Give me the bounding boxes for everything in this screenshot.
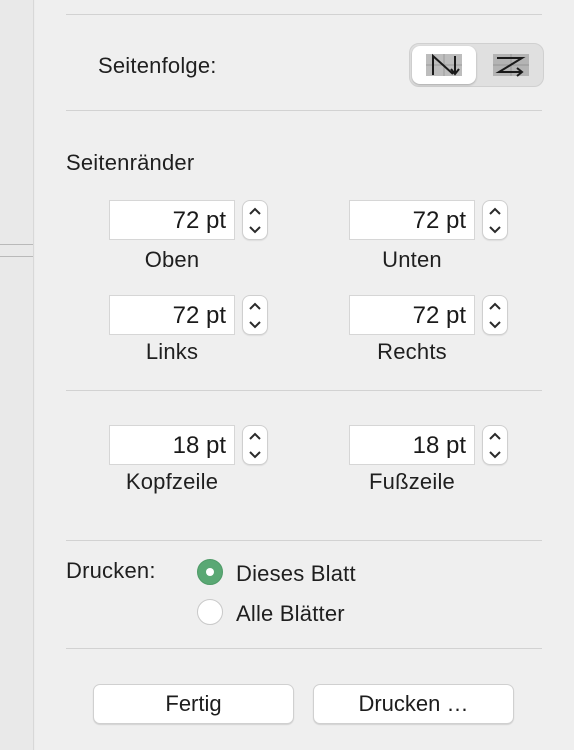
margin-right-stepper[interactable] — [482, 295, 508, 335]
margins-heading: Seitenränder — [66, 150, 195, 175]
footer-margin-stepper[interactable] — [482, 425, 508, 465]
done-button[interactable]: Fertig — [93, 684, 294, 724]
header-margin-field[interactable]: 18 pt — [109, 425, 235, 465]
margin-bottom-label: Unten — [382, 247, 442, 272]
chevron-up-icon[interactable] — [483, 201, 507, 220]
chevron-down-icon[interactable] — [483, 220, 507, 239]
footer-margin-label: Fußzeile — [369, 469, 455, 494]
print-button[interactable]: Drucken … — [313, 684, 514, 724]
margin-left-stepper[interactable] — [242, 295, 268, 335]
sheet-preview-edge — [0, 0, 34, 750]
down-then-over-icon — [426, 53, 462, 76]
margin-top-stepper[interactable] — [242, 200, 268, 240]
margin-right-label: Rechts — [377, 339, 447, 364]
radio-all-sheets[interactable] — [197, 599, 223, 625]
page-order-label: Seitenfolge: — [98, 53, 217, 78]
radio-this-sheet-label[interactable]: Dieses Blatt — [236, 561, 356, 587]
chevron-down-icon[interactable] — [243, 445, 267, 464]
header-margin-label: Kopfzeile — [125, 469, 219, 494]
divider — [66, 540, 542, 541]
over-then-down-icon — [493, 54, 529, 77]
divider — [66, 14, 542, 15]
page-setup-panel — [35, 0, 574, 750]
header-margin-stepper[interactable] — [242, 425, 268, 465]
page-order-option-down-then-over[interactable] — [412, 46, 476, 84]
preview-line — [0, 256, 33, 257]
margin-left-field[interactable]: 72 pt — [109, 295, 235, 335]
margin-top-field[interactable]: 72 pt — [109, 200, 235, 240]
chevron-down-icon[interactable] — [243, 315, 267, 334]
margin-bottom-field[interactable]: 72 pt — [349, 200, 475, 240]
preview-line — [0, 244, 33, 245]
footer-margin-field[interactable]: 18 pt — [349, 425, 475, 465]
margin-left-label: Links — [145, 339, 199, 364]
margin-right-field[interactable]: 72 pt — [349, 295, 475, 335]
print-scope-label: Drucken: — [66, 558, 156, 583]
margin-bottom-stepper[interactable] — [482, 200, 508, 240]
divider — [66, 390, 542, 391]
divider — [66, 110, 542, 111]
radio-this-sheet[interactable] — [197, 559, 223, 585]
chevron-down-icon[interactable] — [483, 445, 507, 464]
chevron-up-icon[interactable] — [243, 296, 267, 315]
chevron-down-icon[interactable] — [483, 315, 507, 334]
chevron-up-icon[interactable] — [483, 426, 507, 445]
chevron-up-icon[interactable] — [243, 201, 267, 220]
chevron-up-icon[interactable] — [243, 426, 267, 445]
chevron-down-icon[interactable] — [243, 220, 267, 239]
page-order-option-over-then-down[interactable] — [479, 46, 543, 84]
divider — [66, 648, 542, 649]
margin-top-label: Oben — [144, 247, 200, 272]
radio-all-sheets-label[interactable]: Alle Blätter — [236, 601, 345, 627]
page-order-segmented-control[interactable] — [409, 43, 544, 87]
chevron-up-icon[interactable] — [483, 296, 507, 315]
